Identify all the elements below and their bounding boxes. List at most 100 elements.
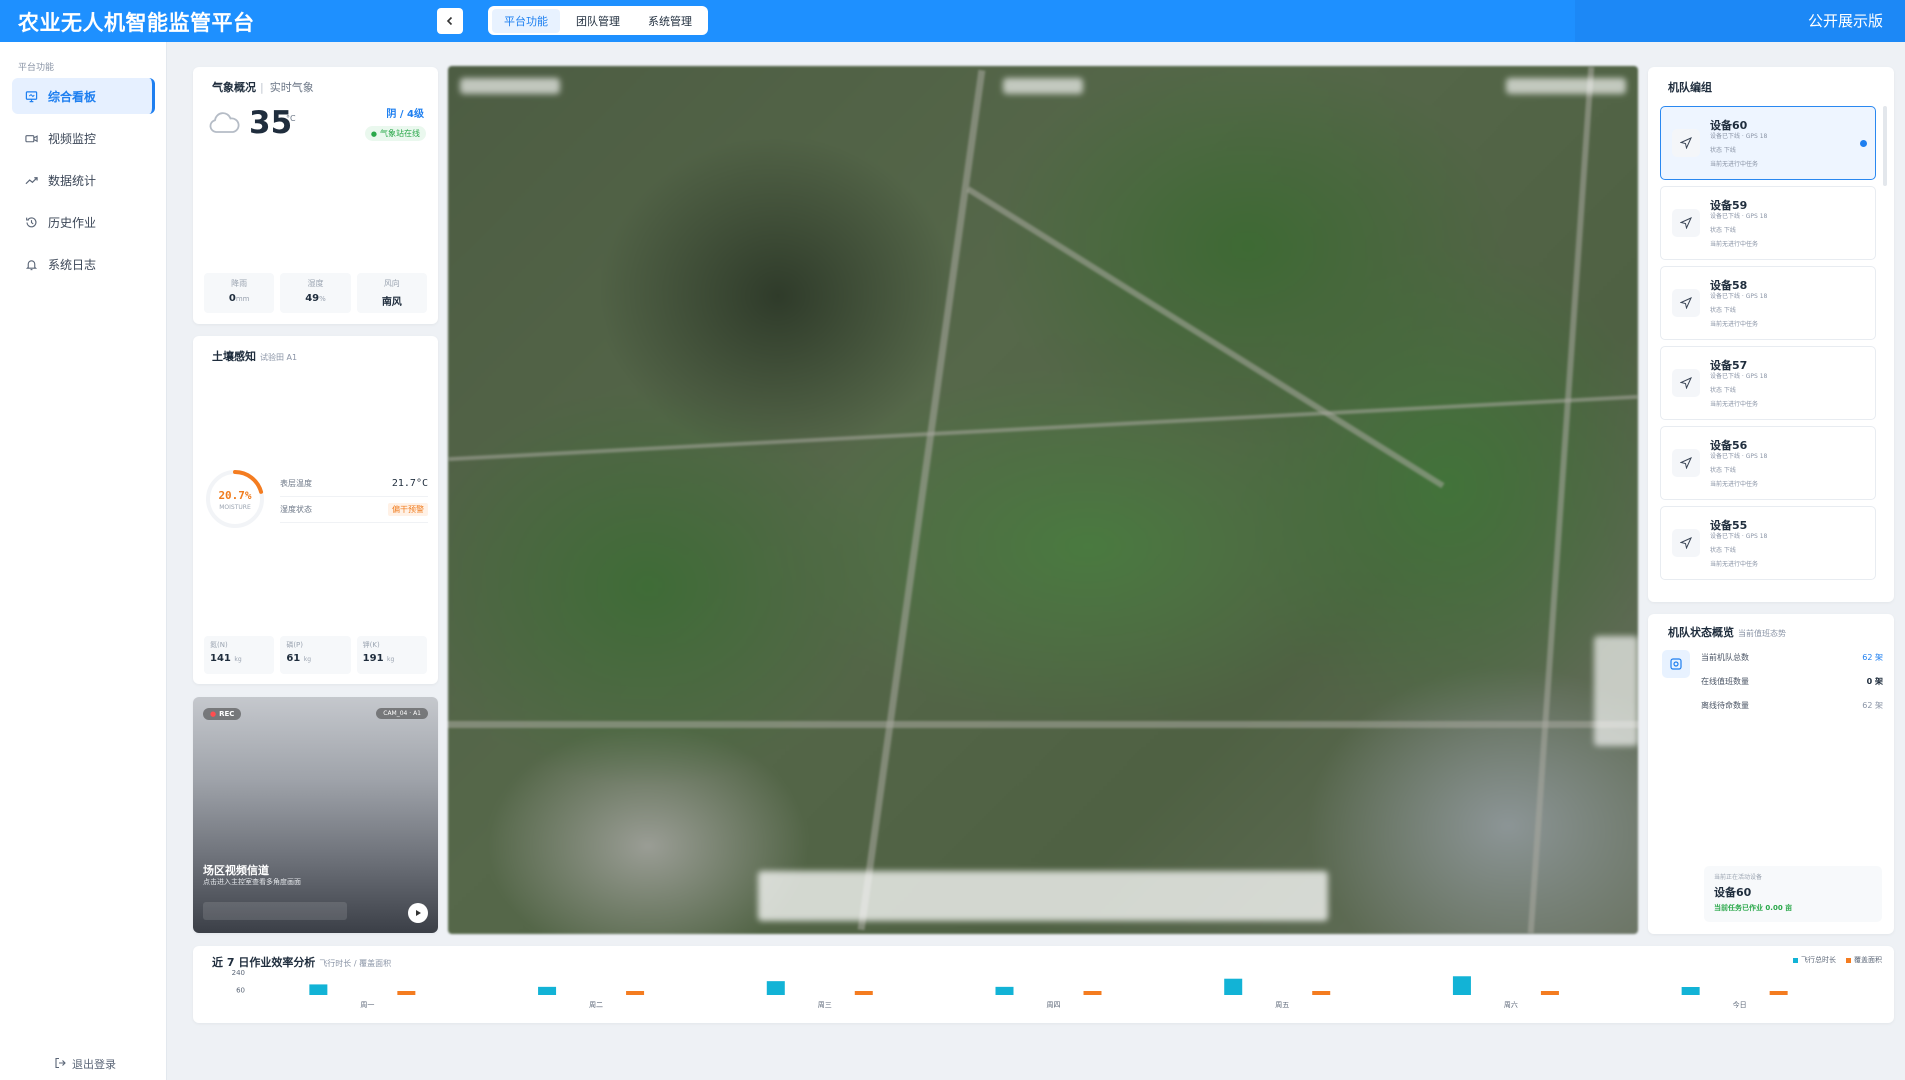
video-progress-bar[interactable] bbox=[203, 902, 347, 920]
map-center-label bbox=[1003, 78, 1083, 94]
bar-area[interactable] bbox=[1769, 991, 1788, 995]
sidebar-item-label: 数据统计 bbox=[48, 173, 97, 188]
x-tick-label: 周一 bbox=[360, 1001, 374, 1009]
npk-value: 141 kg bbox=[210, 653, 268, 664]
bar-flight[interactable] bbox=[538, 986, 557, 995]
soil-title: 土壤感知 bbox=[212, 350, 256, 363]
camera-badge: CAM_04 · A1 bbox=[376, 708, 428, 719]
stat-value: 49% bbox=[280, 293, 350, 304]
tab-platform[interactable]: 平台功能 bbox=[492, 8, 560, 33]
device-task: 当前无进行中任务 bbox=[1710, 321, 1759, 328]
map-side-control bbox=[1594, 636, 1638, 746]
tab-team[interactable]: 团队管理 bbox=[564, 9, 632, 33]
device-task: 当前无进行中任务 bbox=[1710, 241, 1759, 248]
temperature-value: 35 bbox=[249, 105, 293, 141]
navigation-icon bbox=[1672, 529, 1700, 557]
public-version-label[interactable]: 公开展示版 bbox=[1808, 10, 1883, 31]
video-card[interactable]: REC CAM_04 · A1 场区视频信道 点击进入主控室查看多角度画面 bbox=[193, 697, 438, 933]
video-icon bbox=[24, 131, 38, 145]
logout-button[interactable]: 退出登录 bbox=[54, 1056, 116, 1072]
fleet-card: 机队编组 设备60 设备已下线 · GPS 18 状态 下线 当前无进行中任务 … bbox=[1648, 67, 1894, 602]
current-device-name: 设备60 bbox=[1714, 886, 1752, 899]
bar-flight[interactable] bbox=[766, 981, 785, 995]
fleet-title: 机队编组 bbox=[1668, 81, 1712, 94]
map-road bbox=[857, 69, 986, 931]
stat-value: 0mm bbox=[204, 293, 274, 304]
cloud-icon bbox=[207, 111, 241, 138]
bar-flight[interactable] bbox=[309, 984, 328, 995]
stat-number: 49 bbox=[305, 293, 320, 304]
chevron-left-icon[interactable] bbox=[437, 8, 463, 34]
moisture-value: 20.7% bbox=[218, 489, 252, 502]
bell-icon bbox=[24, 257, 38, 271]
sidebar-item-label: 综合看板 bbox=[48, 89, 97, 104]
sidebar-item-dashboard[interactable]: 综合看板 bbox=[12, 78, 155, 114]
weather-stat-rain: 降雨 0mm bbox=[204, 273, 275, 313]
fleet-device-item[interactable]: 设备55 设备已下线 · GPS 18 状态 下线 当前无进行中任务 bbox=[1660, 506, 1876, 580]
npk-number: 191 bbox=[362, 653, 384, 664]
fleet-device-item[interactable]: 设备60 设备已下线 · GPS 18 状态 下线 当前无进行中任务 bbox=[1660, 106, 1876, 180]
map-road bbox=[1527, 66, 1595, 934]
map-zoom-label bbox=[460, 78, 560, 94]
device-task: 当前无进行中任务 bbox=[1710, 161, 1759, 168]
current-device-status: 当前任务已作业 0.00 亩 bbox=[1714, 904, 1793, 912]
efficiency-chart: 240 60 周一 周二 周三 周四 周五 周六 今日 bbox=[232, 969, 1788, 1009]
current-device-panel: 当前正在活动设备 设备60 当前任务已作业 0.00 亩 bbox=[1704, 866, 1882, 922]
rec-badge: REC bbox=[203, 708, 242, 720]
history-icon bbox=[24, 215, 38, 229]
tab-system[interactable]: 系统管理 bbox=[636, 9, 704, 33]
npk-label: 钾(K) bbox=[362, 641, 380, 649]
bar-flight[interactable] bbox=[1452, 976, 1471, 995]
sidebar-item-history[interactable]: 历史作业 bbox=[12, 204, 155, 240]
bar-flight[interactable] bbox=[995, 986, 1014, 995]
bar-area[interactable] bbox=[397, 991, 416, 995]
npk-nitrogen: 氮(N) 141 kg bbox=[204, 636, 275, 674]
sidebar-item-label: 视频监控 bbox=[48, 131, 97, 146]
satellite-map[interactable] bbox=[448, 66, 1638, 934]
bar-area[interactable] bbox=[854, 991, 873, 995]
weather-stat-humidity: 湿度 49% bbox=[280, 273, 351, 313]
fleet-device-item[interactable]: 设备57 设备已下线 · GPS 18 状态 下线 当前无进行中任务 bbox=[1660, 346, 1876, 420]
logout-icon bbox=[54, 1057, 66, 1072]
weather-card: 气象概况|实时气象 35 °C 阴 / 4级 气象站在线 降雨 0mm 湿度 4… bbox=[193, 67, 438, 324]
row-value: 21.7°C bbox=[391, 478, 428, 489]
bar-flight[interactable] bbox=[1681, 987, 1700, 995]
sidebar-item-statistics[interactable]: 数据统计 bbox=[12, 162, 155, 198]
soil-row-temp: 表层温度 21.7°C bbox=[280, 471, 428, 497]
row-label: 在线值班数量 bbox=[1701, 676, 1749, 686]
device-info: 设备已下线 · GPS 18 bbox=[1710, 453, 1768, 460]
bar-flight[interactable] bbox=[1224, 978, 1243, 995]
dry-warning-badge: 偏干预警 bbox=[388, 503, 428, 516]
stat-number: 南风 bbox=[381, 297, 402, 308]
bar-area[interactable] bbox=[1540, 991, 1559, 995]
fleet-status-header: 机队状态概览 当前值班态势 bbox=[1668, 624, 1786, 640]
drone-icon bbox=[1662, 650, 1690, 678]
device-status: 状态 下线 bbox=[1710, 467, 1736, 474]
npk-unit: kg bbox=[303, 656, 312, 663]
x-tick-label: 周五 bbox=[1275, 1001, 1289, 1009]
fleet-total-row: 当前机队总数 62 架 bbox=[1701, 645, 1883, 669]
device-info: 设备已下线 · GPS 18 bbox=[1710, 373, 1768, 380]
fleet-status-rows: 当前机队总数 62 架 在线值班数量 0 架 离线待命数量 62 架 bbox=[1701, 645, 1883, 717]
npk-stats: 氮(N) 141 kg 磷(P) 61 kg 钾(K) 191 kg bbox=[204, 636, 427, 674]
sidebar: 平台功能 综合看板 视频监控 数据统计 历史作业 系统日志 退出登录 bbox=[0, 42, 167, 1080]
selected-indicator bbox=[1860, 140, 1867, 147]
sidebar-item-logs[interactable]: 系统日志 bbox=[12, 246, 155, 282]
weather-stat-wind: 风向 南风 bbox=[356, 273, 427, 313]
map-road bbox=[966, 186, 1445, 489]
moisture-label: MOISTURE bbox=[219, 504, 251, 511]
bar-area[interactable] bbox=[1312, 991, 1331, 995]
fleet-scrollbar[interactable] bbox=[1883, 106, 1887, 186]
x-tick-label: 周三 bbox=[818, 1001, 832, 1009]
fleet-status-card: 机队状态概览 当前值班态势 当前机队总数 62 架 在线值班数量 0 架 离线待命… bbox=[1648, 614, 1894, 934]
bar-area[interactable] bbox=[626, 991, 645, 995]
map-toolbar[interactable] bbox=[758, 871, 1328, 921]
sidebar-item-video[interactable]: 视频监控 bbox=[12, 120, 155, 156]
fleet-device-item[interactable]: 设备59 设备已下线 · GPS 18 状态 下线 当前无进行中任务 bbox=[1660, 186, 1876, 260]
play-icon[interactable] bbox=[408, 903, 428, 923]
bar-area[interactable] bbox=[1083, 991, 1102, 995]
fleet-device-item[interactable]: 设备58 设备已下线 · GPS 18 状态 下线 当前无进行中任务 bbox=[1660, 266, 1876, 340]
fleet-device-item[interactable]: 设备56 设备已下线 · GPS 18 状态 下线 当前无进行中任务 bbox=[1660, 426, 1876, 500]
row-value: 62 架 bbox=[1862, 700, 1883, 710]
x-tick-label: 周四 bbox=[1047, 1001, 1061, 1009]
